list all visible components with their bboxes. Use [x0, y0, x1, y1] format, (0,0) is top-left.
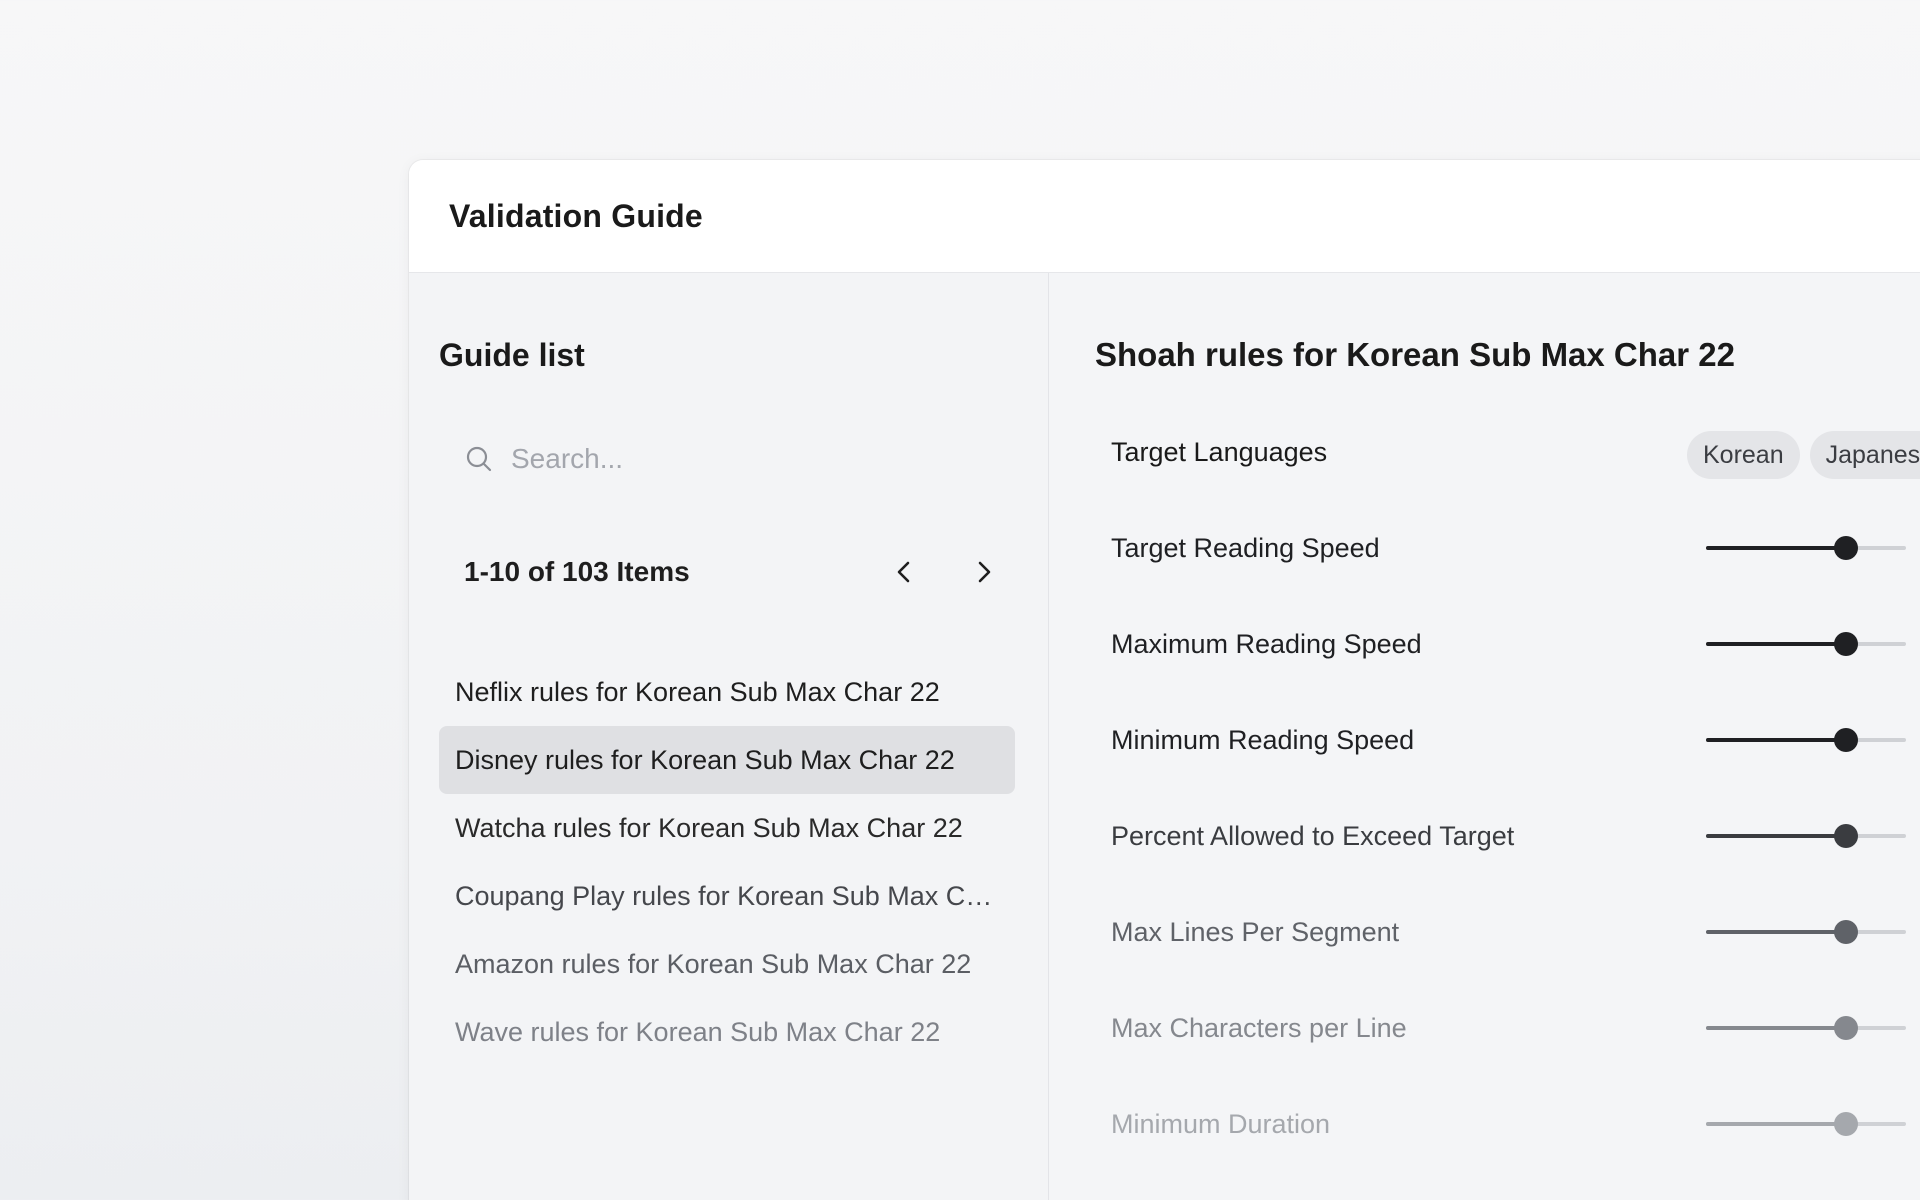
window-header: Validation Guide [409, 160, 1920, 273]
chevron-right-icon [978, 561, 991, 583]
setting-label: Percent Allowed to Exceed Target [1111, 821, 1515, 851]
setting-label: Max Lines Per Segment [1111, 917, 1400, 947]
guide-list-item[interactable]: Neflix rules for Korean Sub Max Char 22 [439, 658, 1015, 726]
setting-slider[interactable] [1706, 536, 1906, 560]
setting-slider[interactable] [1706, 1016, 1906, 1040]
slider-thumb[interactable] [1834, 632, 1858, 656]
slider-fill [1706, 1026, 1846, 1030]
setting-row: Minimum Reading Speed [1111, 720, 1920, 816]
search-icon [466, 446, 492, 472]
setting-row: Percent Allowed to Exceed Target [1111, 816, 1920, 912]
previous-page-button[interactable] [884, 552, 924, 592]
slider-fill [1706, 1122, 1846, 1126]
language-chip[interactable]: Korean [1687, 431, 1800, 479]
setting-row: Minimum Duration [1111, 1104, 1920, 1200]
guide-list-item[interactable]: Coupang Play rules for Korean Sub Max Ch… [439, 862, 1015, 930]
setting-label: Minimum Reading Speed [1111, 725, 1415, 755]
setting-label: Maximum Reading Speed [1111, 629, 1422, 659]
window-title: Validation Guide [449, 197, 703, 234]
setting-slider[interactable] [1706, 728, 1906, 752]
slider-fill [1706, 546, 1846, 550]
guide-list-panel: Guide list 1-10 of 103 Items [409, 273, 1049, 1200]
setting-label: Target Reading Speed [1111, 533, 1380, 563]
guide-list-item[interactable]: Wave rules for Korean Sub Max Char 22 [439, 998, 1015, 1066]
setting-slider[interactable] [1706, 1112, 1906, 1136]
slider-thumb[interactable] [1834, 824, 1858, 848]
settings-list: Target Languages Korean Japanese Target … [1095, 431, 1920, 1200]
setting-row-target-languages: Target Languages Korean Japanese [1111, 431, 1920, 528]
language-chip[interactable]: Japanese [1809, 431, 1920, 479]
slider-fill [1706, 642, 1846, 646]
guide-detail-title: Shoah rules for Korean Sub Max Char 22 [1095, 336, 1735, 373]
setting-slider[interactable] [1706, 824, 1906, 848]
slider-fill [1706, 834, 1846, 838]
guide-list-item[interactable]: Amazon rules for Korean Sub Max Char 22 [439, 930, 1015, 998]
validation-guide-window: Validation Guide Guide list 1-10 of 103 … [409, 160, 1920, 1200]
setting-row: Max Lines Per Segment [1111, 912, 1920, 1008]
setting-row: Target Reading Speed [1111, 528, 1920, 624]
guide-detail-panel: Shoah rules for Korean Sub Max Char 22 T… [1049, 273, 1920, 1200]
next-page-button[interactable] [964, 552, 1004, 592]
setting-label: Max Characters per Line [1111, 1013, 1407, 1043]
slider-thumb[interactable] [1834, 728, 1858, 752]
guide-list: Neflix rules for Korean Sub Max Char 22 D… [439, 658, 1015, 1066]
slider-thumb[interactable] [1834, 1112, 1858, 1136]
setting-label: Target Languages [1111, 437, 1328, 467]
search-box[interactable] [439, 439, 1016, 479]
setting-slider[interactable] [1706, 920, 1906, 944]
guide-list-heading: Guide list [439, 337, 585, 373]
chevron-left-icon [897, 561, 910, 583]
slider-thumb[interactable] [1834, 536, 1858, 560]
pagination: 1-10 of 103 Items [439, 552, 1016, 592]
setting-row: Maximum Reading Speed [1111, 624, 1920, 720]
setting-slider[interactable] [1706, 632, 1906, 656]
slider-fill [1706, 930, 1846, 934]
slider-fill [1706, 738, 1846, 742]
language-chips: Korean Japanese [1687, 431, 1920, 479]
window-body: Guide list 1-10 of 103 Items [409, 273, 1920, 1200]
guide-list-item[interactable]: Disney rules for Korean Sub Max Char 22 [439, 726, 1015, 794]
search-input[interactable] [509, 442, 953, 476]
setting-label: Minimum Duration [1111, 1109, 1331, 1139]
setting-row: Max Characters per Line [1111, 1008, 1920, 1104]
pagination-summary: 1-10 of 103 Items [464, 556, 690, 587]
slider-thumb[interactable] [1834, 920, 1858, 944]
guide-list-item[interactable]: Watcha rules for Korean Sub Max Char 22 [439, 794, 1015, 862]
slider-thumb[interactable] [1834, 1016, 1858, 1040]
